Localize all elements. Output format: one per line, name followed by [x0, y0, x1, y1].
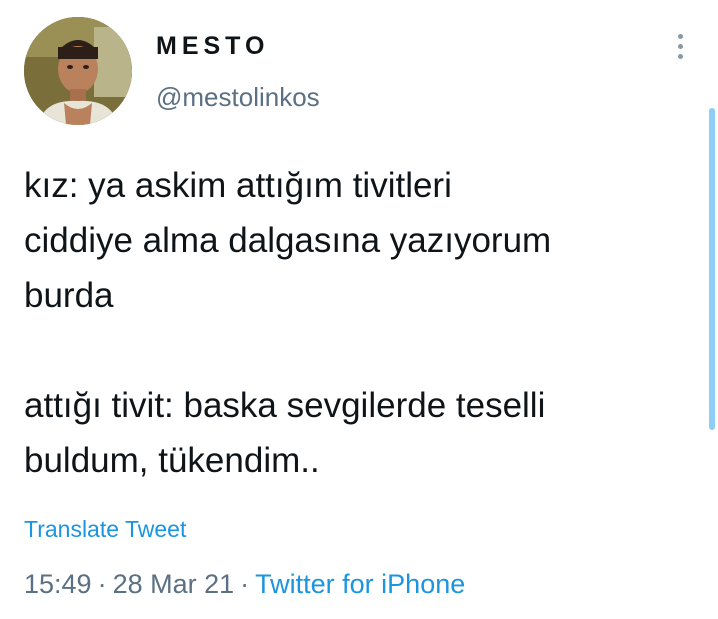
translate-tweet-link[interactable]: Translate Tweet	[24, 516, 186, 543]
more-vertical-icon[interactable]	[670, 34, 690, 66]
tweet-date[interactable]: 28 Mar 21	[113, 569, 235, 599]
paragraph-break	[24, 323, 694, 378]
tweet-source-link[interactable]: Twitter for iPhone	[255, 569, 465, 599]
tweet-line: buldum, tükendim..	[24, 441, 320, 480]
tweet-text: kız: ya askim attığım tivitleri ciddiye …	[24, 158, 694, 488]
author-display-name[interactable]: MESTO	[156, 32, 269, 61]
tweet-line: ciddiye alma dalgasına yazıyorum	[24, 221, 552, 260]
tweet-line: kız: ya askim attığım tivitleri	[24, 166, 452, 205]
tweet-card: MESTO @mestolinkos kız: ya askim attığım…	[0, 0, 718, 619]
avatar-image	[24, 17, 132, 125]
meta-separator: ·	[240, 569, 250, 599]
author-handle[interactable]: @mestolinkos	[156, 82, 320, 113]
meta-separator: ·	[97, 569, 107, 599]
more-dot	[677, 54, 683, 59]
tweet-line: burda	[24, 276, 114, 315]
more-dot	[677, 34, 683, 39]
tweet-metadata: 15:49 · 28 Mar 21 · Twitter for iPhone	[24, 569, 465, 600]
tweet-line: attığı tivit: baska sevgilerde teselli	[24, 386, 546, 425]
tweet-time[interactable]: 15:49	[24, 569, 92, 599]
more-dot	[677, 44, 683, 49]
scrollbar[interactable]	[709, 108, 715, 430]
avatar[interactable]	[24, 17, 132, 125]
